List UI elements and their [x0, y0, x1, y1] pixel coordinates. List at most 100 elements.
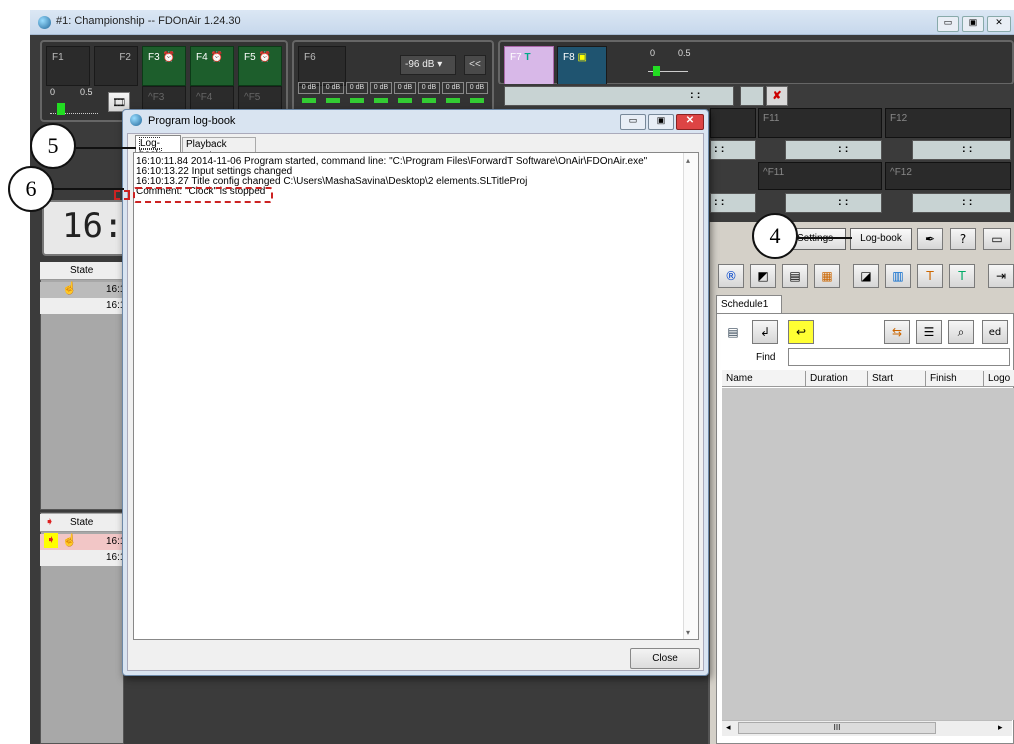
callout-line-4	[796, 237, 852, 239]
meter-bar	[470, 98, 484, 103]
pen-icon[interactable]: ✒	[917, 228, 943, 250]
tab-logbook[interactable]: Log-book	[135, 135, 181, 161]
play-marker-icon: ➧	[44, 533, 58, 548]
col-name[interactable]: Name	[722, 371, 806, 387]
edit-schedule-icon[interactable]: ed	[982, 320, 1008, 344]
scroll-up-icon[interactable]: ▴	[686, 156, 690, 165]
v-scrollbar[interactable]	[683, 153, 698, 639]
callout-6: 6	[8, 166, 54, 212]
playlist-icon[interactable]: ▦	[814, 264, 840, 288]
timer-colon-6: : :	[838, 196, 849, 208]
f12-label: F12	[890, 113, 908, 124]
scroll-thumb-grip: III	[833, 723, 841, 732]
app-icon	[38, 16, 51, 29]
col-duration[interactable]: Duration	[806, 371, 868, 387]
f5-key[interactable]: F5 ⏰	[238, 46, 282, 86]
meter-bar	[302, 98, 316, 103]
log-text-area[interactable]	[133, 152, 699, 640]
meter-label: 0 dB	[346, 82, 368, 94]
minimize-button[interactable]: ▭	[937, 16, 959, 32]
chevron-down-icon: ▾	[437, 59, 443, 70]
list-icon[interactable]: ☰	[916, 320, 942, 344]
dialog-close-button[interactable]: ✕	[676, 114, 704, 130]
f1-key[interactable]: F1	[46, 46, 90, 86]
close-label: Close	[652, 653, 678, 664]
scroll-thumb[interactable]: III	[738, 722, 936, 734]
film-strip-icon[interactable]: ▤	[782, 264, 808, 288]
find-input[interactable]	[788, 348, 1010, 366]
scroll-left-icon[interactable]: ◂	[726, 722, 731, 733]
callout-line-5	[76, 147, 136, 149]
audio-meters: 0 dB 0 dB 0 dB 0 dB 0 dB 0 dB 0 dB 0 dB	[298, 82, 488, 112]
rewind-button[interactable]: <<	[464, 55, 486, 75]
col-start[interactable]: Start	[868, 371, 926, 387]
ctrl-f11-label: ^F11	[763, 167, 785, 178]
slider2-min: 0	[650, 48, 656, 58]
swap-icon[interactable]: ⇆	[884, 320, 910, 344]
f8-label: F8	[563, 52, 575, 63]
timer-colon: : :	[690, 89, 701, 101]
help-icon[interactable]: ?	[950, 228, 976, 250]
timer-cell-7	[785, 193, 882, 213]
ctrl-f11-key[interactable]: ^F11	[758, 162, 882, 190]
schedule-body	[722, 388, 1014, 720]
dialog-title: Program log-book	[148, 115, 236, 127]
close-button[interactable]: ✕	[987, 16, 1011, 32]
col-finish[interactable]: Finish	[926, 371, 984, 387]
tab-playback-report[interactable]: Playback report	[182, 137, 256, 161]
tab-schedule1[interactable]: Schedule1	[716, 295, 782, 313]
meter-bar	[422, 98, 436, 103]
f7-label: F7	[510, 52, 522, 63]
slider-max: 0.5	[80, 87, 93, 97]
note-icon[interactable]: ▤	[720, 320, 746, 344]
hand-icon-2: ☝	[62, 533, 77, 547]
col-logo[interactable]: Logo	[984, 371, 1014, 387]
folder-icon[interactable]: ▭	[983, 228, 1011, 250]
slider2-max: 0.5	[678, 48, 691, 58]
logbook-button[interactable]: Log-book	[850, 228, 912, 250]
timer-colon-7: : :	[962, 196, 973, 208]
ctrl-f12-key[interactable]: ^F12	[885, 162, 1011, 190]
db-select[interactable]: -96 dB ▾	[400, 55, 456, 75]
timer-cell-2	[740, 86, 764, 106]
f2-key[interactable]: F2	[94, 46, 138, 86]
title-edit-icon[interactable]: T	[949, 264, 975, 288]
f3-key[interactable]: F3 ⏰	[142, 46, 186, 86]
f12-key[interactable]: F12	[885, 108, 1011, 138]
f7-key[interactable]: F7 T	[504, 46, 554, 86]
film-add-icon[interactable]: ▥	[885, 264, 911, 288]
dialog-minimize-button[interactable]: ▭	[620, 114, 646, 130]
edit-clip-icon[interactable]: ◩	[750, 264, 776, 288]
callout-5: 5	[30, 123, 76, 169]
timer-colon-3: : :	[838, 143, 849, 155]
maximize-button[interactable]: ▣	[962, 16, 984, 32]
dialog-close-action-button[interactable]: Close	[630, 648, 700, 669]
state-header: State	[70, 265, 94, 276]
dialog-maximize-button[interactable]: ▣	[648, 114, 674, 130]
meter-bar	[398, 98, 412, 103]
scroll-down-icon[interactable]: ▾	[686, 628, 690, 637]
insert-yellow-icon[interactable]: ↩	[788, 320, 814, 344]
delete-icon[interactable]: ✘	[766, 86, 788, 106]
record-icon[interactable]: ®	[718, 264, 744, 288]
scroll-right-icon[interactable]: ▸	[998, 722, 1003, 733]
slider2-thumb[interactable]	[653, 66, 660, 76]
f11-key[interactable]: F11	[758, 108, 882, 138]
edit-icon[interactable]: ◪	[853, 264, 879, 288]
meter-label: 0 dB	[442, 82, 464, 94]
insert-icon[interactable]: ↲	[752, 320, 778, 344]
f8-key[interactable]: F8 ▣	[557, 46, 607, 86]
f4-key[interactable]: F4 ⏰	[190, 46, 234, 86]
f-extra-left	[710, 108, 756, 138]
schedule-tab-label: Schedule1	[721, 299, 769, 310]
slider-thumb[interactable]	[57, 103, 65, 115]
search-icon[interactable]: ⌕	[948, 320, 974, 344]
meter-bar	[446, 98, 460, 103]
meter-bar	[350, 98, 364, 103]
find-label: Find	[756, 352, 776, 363]
logo-icon: ▣	[577, 52, 587, 63]
title-add-icon[interactable]: T	[917, 264, 943, 288]
f6-key[interactable]: F6	[298, 46, 346, 86]
export-icon[interactable]: ⇥	[988, 264, 1014, 288]
dialog-icon	[130, 114, 142, 126]
